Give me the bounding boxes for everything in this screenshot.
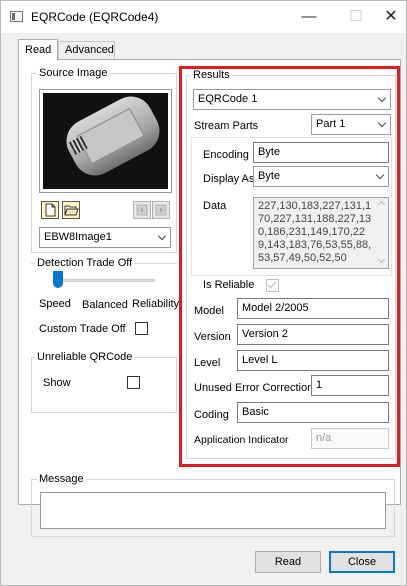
show-checkbox[interactable] bbox=[127, 376, 140, 389]
balanced-label: Balanced bbox=[82, 299, 128, 311]
next-image-icon[interactable] bbox=[152, 201, 170, 219]
maximize-button[interactable]: ☐ bbox=[346, 7, 366, 27]
tab-advanced[interactable]: Advanced bbox=[58, 41, 115, 60]
custom-trade-off-checkbox[interactable] bbox=[135, 322, 148, 335]
read-button[interactable]: Read bbox=[255, 551, 321, 573]
unreliable-group-label: Unreliable QRCode bbox=[35, 351, 135, 363]
show-label: Show bbox=[43, 377, 71, 389]
message-group-label: Message bbox=[37, 473, 86, 485]
message-field[interactable] bbox=[40, 492, 386, 529]
close-button[interactable]: Close bbox=[329, 551, 395, 573]
image-select-value: EBW8Image1 bbox=[44, 231, 112, 243]
tab-read[interactable]: Read bbox=[18, 39, 58, 61]
trade-off-group-label: Detection Trade Off bbox=[35, 257, 135, 269]
close-window-button[interactable]: ✕ bbox=[381, 7, 401, 27]
new-file-icon[interactable] bbox=[41, 201, 59, 219]
chevron-down-icon bbox=[157, 231, 167, 241]
trade-off-slider-thumb[interactable] bbox=[53, 271, 63, 288]
image-select-combo[interactable]: EBW8Image1 bbox=[39, 227, 171, 248]
window-title: EQRCode (EQRCode4) bbox=[31, 10, 159, 24]
results-highlight-frame bbox=[179, 66, 400, 467]
open-folder-icon[interactable] bbox=[62, 201, 80, 219]
app-icon bbox=[10, 11, 23, 22]
title-bar[interactable]: EQRCode (EQRCode4) — ☐ ✕ bbox=[1, 1, 406, 33]
app-window: EQRCode (EQRCode4) — ☐ ✕ Read Advanced S… bbox=[0, 0, 407, 586]
reliability-label: Reliability bbox=[132, 298, 180, 310]
prev-image-icon[interactable] bbox=[133, 201, 151, 219]
minimize-button[interactable]: — bbox=[299, 7, 319, 27]
source-image-group-label: Source Image bbox=[37, 67, 110, 79]
speed-label: Speed bbox=[39, 298, 71, 310]
trade-off-slider-track bbox=[57, 279, 155, 282]
source-image-preview bbox=[39, 89, 172, 193]
custom-trade-off-label: Custom Trade Off bbox=[39, 323, 126, 335]
